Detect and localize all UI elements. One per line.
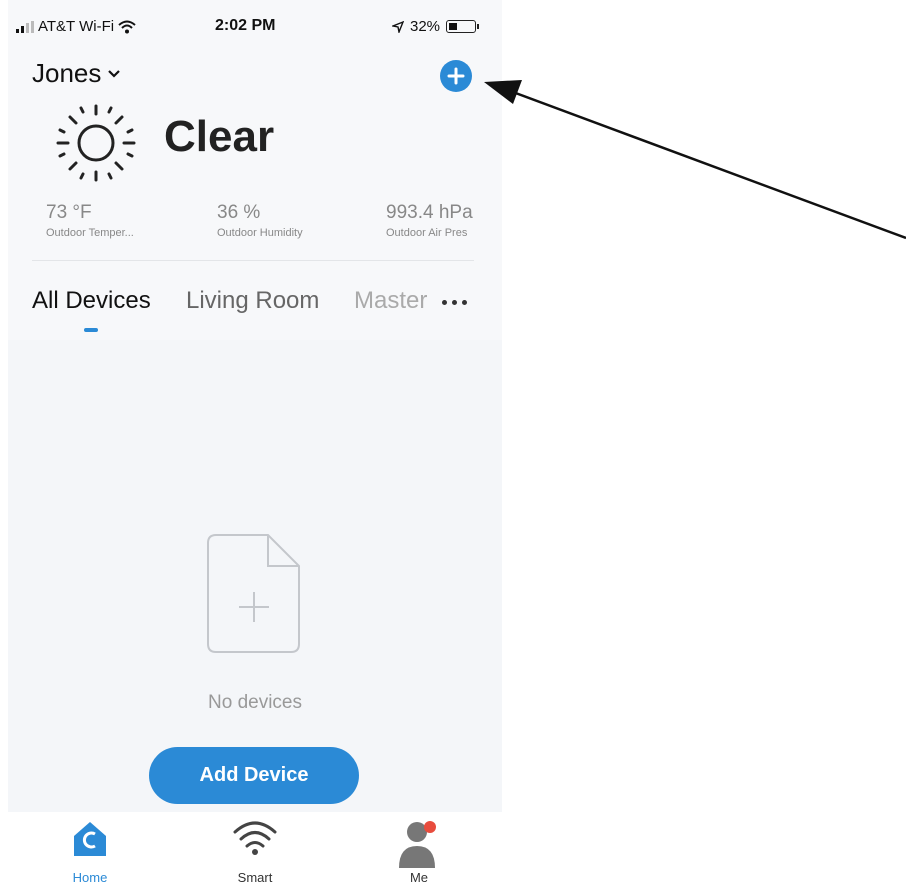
- annotation-arrow: [484, 80, 906, 240]
